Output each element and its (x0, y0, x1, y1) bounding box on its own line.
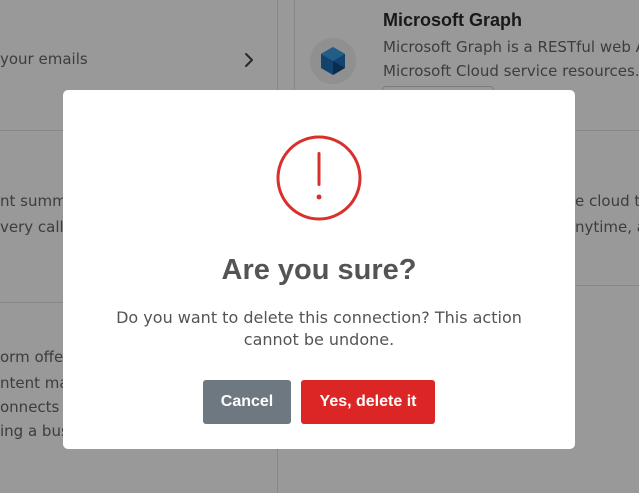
cancel-button[interactable]: Cancel (203, 380, 291, 424)
confirm-dialog: Are you sure? Do you want to delete this… (63, 90, 575, 449)
dialog-message: Do you want to delete this connection? T… (116, 308, 522, 349)
warning-exclamation-icon (276, 135, 362, 221)
dialog-title: Are you sure? (221, 254, 417, 286)
confirm-delete-button[interactable]: Yes, delete it (301, 380, 435, 424)
